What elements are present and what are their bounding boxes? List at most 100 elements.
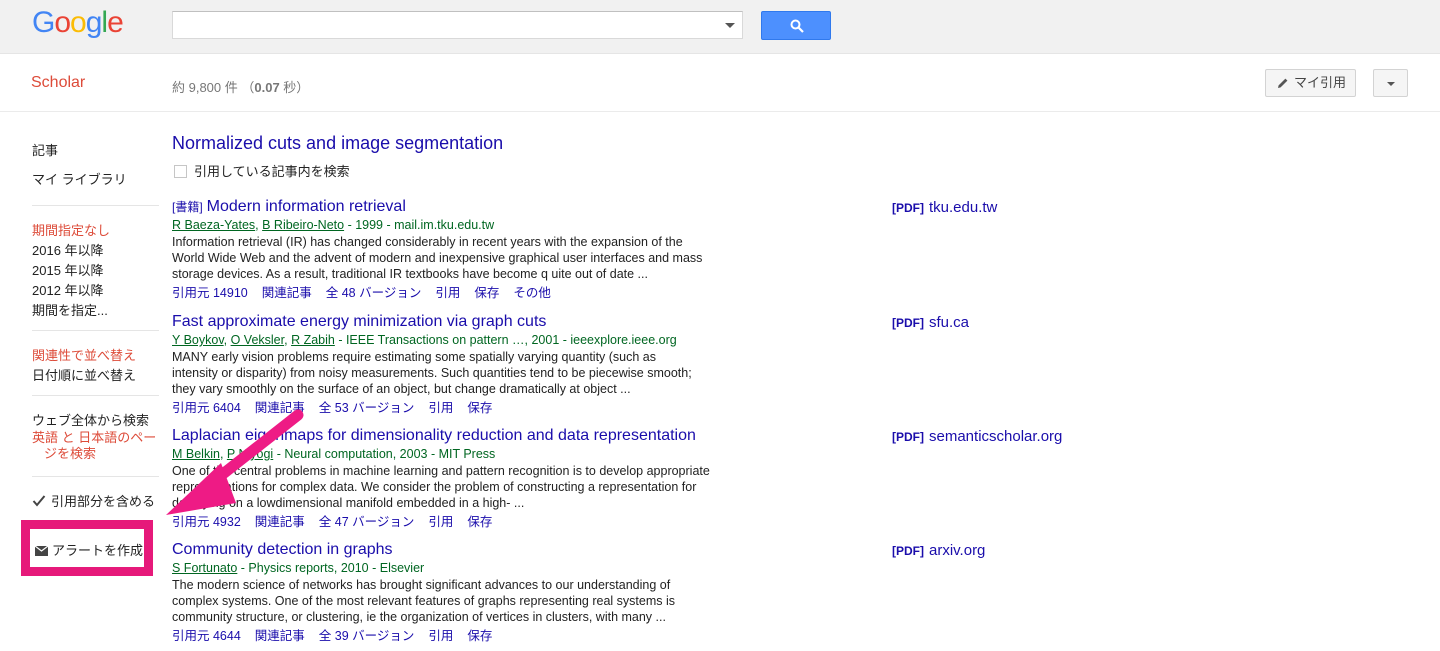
google-logo[interactable]: Google — [32, 6, 124, 40]
scholar-label[interactable]: Scholar — [31, 74, 85, 92]
related-articles-link[interactable]: 関連記事 — [262, 286, 312, 300]
sidebar-item-articles[interactable]: 記事 — [32, 140, 58, 159]
save-link[interactable]: 保存 — [474, 286, 499, 300]
pdf-tag: [PDF] — [892, 201, 924, 215]
pdf-domain: semanticscholar.org — [929, 428, 1063, 445]
stats-prefix: 約 9,800 件 （ — [172, 80, 255, 95]
result-source: - Neural computation, 2003 - MIT Press — [273, 447, 496, 461]
sidebar-item-search-languages[interactable]: 英語 と 日本語のペー ジを検索 — [32, 430, 160, 462]
related-articles-link[interactable]: 関連記事 — [255, 629, 305, 643]
related-articles-link[interactable]: 関連記事 — [255, 515, 305, 529]
search-input[interactable] — [173, 12, 729, 38]
search-options-caret-icon[interactable] — [725, 23, 735, 28]
logo-letter: o — [54, 6, 71, 39]
chevron-down-icon — [1387, 82, 1395, 86]
result-authors: R Baeza-Yates, B Ribeiro-Neto - 1999 - m… — [172, 218, 495, 232]
checkbox[interactable] — [174, 165, 187, 178]
cite-link[interactable]: 引用 — [435, 286, 460, 300]
result-title-text: Modern information retrieval — [206, 198, 406, 215]
sidebar-item-custom-range[interactable]: 期間を指定... — [32, 300, 108, 319]
sidebar-item-my-library[interactable]: マイ ライブラリ — [32, 169, 127, 188]
more-menu-button[interactable] — [1373, 69, 1408, 97]
sidebar-item-since-2015[interactable]: 2015 年以降 — [32, 260, 104, 279]
cited-by-link[interactable]: 引用元 4644 — [172, 629, 241, 643]
author-link[interactable]: Y Boykov — [172, 333, 224, 347]
search-within-citing-toggle[interactable]: 引用している記事内を検索 — [174, 161, 350, 180]
author-link[interactable]: B Ribeiro-Neto — [262, 218, 344, 232]
cite-link[interactable]: 引用 — [428, 401, 453, 415]
my-citations-label: マイ引用 — [1294, 75, 1347, 90]
author-link[interactable]: O Veksler — [231, 333, 285, 347]
author-link[interactable]: S Fortunato — [172, 561, 237, 575]
more-link[interactable]: その他 — [513, 286, 551, 300]
save-link[interactable]: 保存 — [467, 515, 492, 529]
save-link[interactable]: 保存 — [467, 401, 492, 415]
versions-link[interactable]: 全 48 バージョン — [326, 286, 422, 300]
versions-link[interactable]: 全 53 バージョン — [319, 401, 415, 415]
result-title[interactable]: [書籍] Modern information retrieval — [172, 198, 406, 216]
include-citations-toggle[interactable]: 引用部分を含める — [32, 491, 155, 510]
cited-by-link[interactable]: 引用元 6404 — [172, 401, 241, 415]
result-stats: 約 9,800 件 （0.07 秒） — [172, 77, 309, 96]
result-source: - Physics reports, 2010 - Elsevier — [237, 561, 425, 575]
search-icon — [790, 19, 804, 33]
search-within-label: 引用している記事内を検索 — [194, 164, 350, 179]
pdf-link[interactable]: [PDF] sfu.ca — [892, 314, 969, 331]
stats-suffix: 秒） — [279, 80, 310, 95]
author-link[interactable]: M Belkin — [172, 447, 220, 461]
cited-article-title[interactable]: Normalized cuts and image segmentation — [172, 133, 503, 154]
pdf-link[interactable]: [PDF] arxiv.org — [892, 542, 985, 559]
divider — [32, 395, 159, 396]
author-link[interactable]: R Zabih — [291, 333, 335, 347]
include-citations-label: 引用部分を含める — [51, 494, 156, 509]
result-snippet: One of the central problems in machine l… — [172, 464, 710, 510]
divider — [32, 205, 159, 206]
sidebar-item-since-2012[interactable]: 2012 年以降 — [32, 280, 104, 299]
cited-by-link[interactable]: 引用元 14910 — [172, 286, 248, 300]
result-links: 引用元 4932 関連記事全 47 バージョン 引用 保存 — [172, 511, 506, 530]
result-links: 引用元 4644 関連記事全 39 バージョン 引用 保存 — [172, 625, 506, 644]
search-button[interactable] — [761, 11, 831, 40]
pdf-domain: tku.edu.tw — [929, 199, 998, 216]
save-link[interactable]: 保存 — [467, 629, 492, 643]
result-snippet: Information retrieval (IR) has changed c… — [172, 235, 703, 281]
language-line-1: 英語 と 日本語のペー — [32, 430, 157, 445]
pdf-link[interactable]: [PDF] semanticscholar.org — [892, 428, 1062, 445]
logo-letter: g — [85, 6, 103, 39]
versions-link[interactable]: 全 47 バージョン — [319, 515, 415, 529]
pdf-link[interactable]: [PDF] tku.edu.tw — [892, 199, 997, 216]
logo-letter: o — [70, 6, 87, 39]
logo-letter: G — [32, 6, 55, 39]
logo-letter: e — [107, 6, 124, 39]
result-authors: Y Boykov, O Veksler, R Zabih - IEEE Tran… — [172, 333, 677, 347]
sub-header: Scholar 約 9,800 件 （0.07 秒） マイ引用 — [0, 54, 1440, 112]
checkmark-icon — [32, 494, 46, 507]
author-link[interactable]: P Niyogi — [227, 447, 273, 461]
result-title[interactable]: Fast approximate energy minimization via… — [172, 313, 546, 331]
create-alert-button[interactable]: アラートを作成 — [34, 540, 143, 559]
result-authors: M Belkin, P Niyogi - Neural computation,… — [172, 447, 496, 461]
sidebar-item-time-any[interactable]: 期間指定なし — [32, 220, 110, 239]
pdf-domain: arxiv.org — [929, 542, 986, 559]
divider — [32, 476, 159, 477]
result-title[interactable]: Laplacian eigenmaps for dimensionality r… — [172, 427, 696, 445]
my-citations-button[interactable]: マイ引用 — [1265, 69, 1356, 97]
cite-link[interactable]: 引用 — [428, 515, 453, 529]
sidebar-item-search-web[interactable]: ウェブ全体から検索 — [32, 410, 149, 429]
sidebar-item-since-2016[interactable]: 2016 年以降 — [32, 240, 104, 259]
language-line-2: ジを検索 — [44, 446, 97, 461]
pdf-tag: [PDF] — [892, 544, 924, 558]
result-title[interactable]: Community detection in graphs — [172, 541, 393, 559]
cited-by-link[interactable]: 引用元 4932 — [172, 515, 241, 529]
related-articles-link[interactable]: 関連記事 — [255, 401, 305, 415]
result-snippet: MANY early vision problems require estim… — [172, 350, 692, 396]
highlight-box: アラートを作成 — [21, 520, 153, 576]
versions-link[interactable]: 全 39 バージョン — [319, 629, 415, 643]
cite-link[interactable]: 引用 — [428, 629, 453, 643]
sidebar-item-sort-relevance[interactable]: 関連性で並べ替え — [32, 345, 136, 364]
divider — [32, 330, 159, 331]
stats-time: 0.07 — [254, 80, 280, 95]
author-link[interactable]: R Baeza-Yates — [172, 218, 255, 232]
pdf-domain: sfu.ca — [929, 314, 970, 331]
sidebar-item-sort-date[interactable]: 日付順に並べ替え — [32, 365, 136, 384]
